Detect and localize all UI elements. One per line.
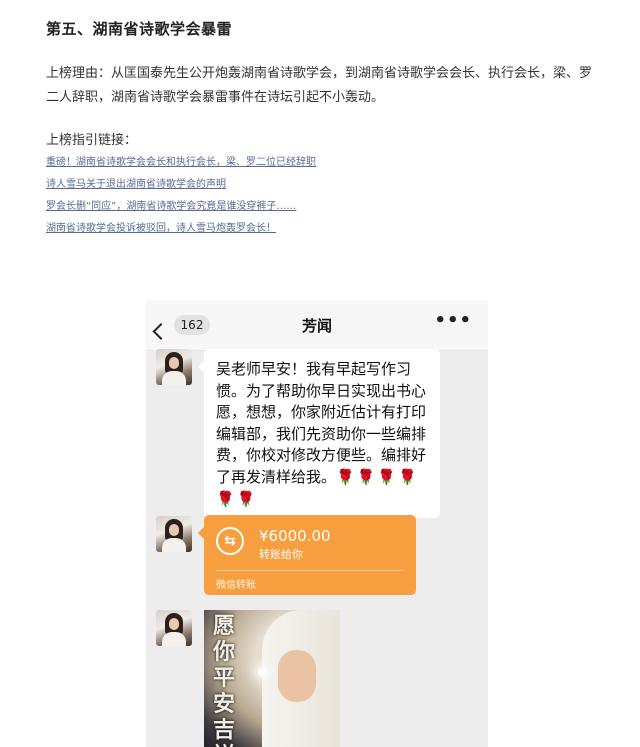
image-message[interactable]: 愿你平安吉祥 [204, 610, 340, 747]
transfer-divider [216, 570, 404, 571]
avatar[interactable] [156, 516, 192, 552]
article-link[interactable]: 重磅！湖南省诗歌学会会长和执行会长，梁、罗二位已经辞职 [46, 152, 316, 174]
article-heading: 第五、湖南省诗歌学会暴雷 [46, 20, 233, 38]
avatar[interactable] [156, 349, 192, 385]
image-caption: 愿你平安吉祥 [212, 614, 235, 747]
link-list: 重磅！湖南省诗歌学会会长和执行会长，梁、罗二位已经辞职 诗人雪马关于退出湖南省诗… [46, 152, 316, 240]
transfer-amount: ¥6000.00 [259, 527, 331, 545]
article-link[interactable]: 诗人雪马关于退出湖南省诗歌学会的声明 [46, 174, 316, 196]
chat-screenshot: 162 芳闻 ••• 吴老师早安！我有早起写作习惯。为了帮助你早日实现出书心愿，… [146, 300, 488, 747]
text-message-bubble: 吴老师早安！我有早起写作习惯。为了帮助你早日实现出书心愿，想想，你家附近估计有打… [198, 349, 440, 519]
transfer-icon: ⇆ [216, 527, 244, 555]
image-figure [278, 650, 316, 702]
links-title: 上榜指引链接： [46, 133, 138, 148]
avatar[interactable] [156, 610, 192, 646]
transfer-label: 转账给你 [259, 548, 303, 561]
article-link[interactable]: 湖南省诗歌学会投诉被驳回，诗人雪马炮轰罗会长！ [46, 218, 316, 240]
transfer-card[interactable]: ⇆ ¥6000.00 转账给你 微信转账 [198, 515, 416, 595]
ellipsis-icon[interactable]: ••• [434, 310, 472, 331]
chat-header: 162 芳闻 ••• [146, 300, 488, 351]
transfer-footer: 微信转账 [216, 580, 256, 591]
image-glow [258, 668, 266, 676]
article-link[interactable]: 罗会长删“同应”，湖南省诗歌学会究竟是谁没穿裤子…… [46, 196, 316, 218]
reason-paragraph: 上榜理由：从匡国泰先生公开炮轰湖南省诗歌学会，到湖南省诗歌学会会长、执行会长，梁… [46, 66, 593, 105]
